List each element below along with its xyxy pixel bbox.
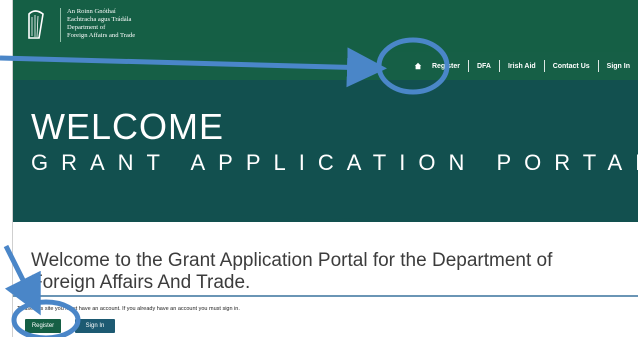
org-line-4: Foreign Affairs and Trade	[67, 32, 136, 39]
nav-irish-aid-link[interactable]: Irish Aid	[508, 63, 536, 70]
hero-subtitle: GRANT APPLICATION PORTAL	[31, 150, 638, 175]
portal-page: An Roinn Gnóthaí Eachtracha agus Trádála…	[12, 0, 638, 337]
harp-logo-icon	[28, 10, 44, 39]
register-button[interactable]: Register	[25, 319, 61, 333]
nav-divider	[498, 60, 500, 72]
home-icon[interactable]	[414, 62, 422, 70]
intro-heading: Welcome to the Grant Application Portal …	[31, 250, 553, 293]
nav-divider	[597, 60, 599, 72]
org-line-2: Eachtracha agus Trádála	[67, 16, 132, 23]
hero-title: WELCOME	[31, 106, 225, 147]
nav-register-link[interactable]: Register	[432, 63, 460, 70]
hero-wave-divider	[13, 196, 638, 220]
nav-divider	[467, 60, 469, 72]
org-line-1: An Roinn Gnóthaí	[67, 8, 116, 15]
nav-links: Register DFA Irish Aid Contact Us Sign I…	[414, 52, 630, 80]
nav-contact-us-link[interactable]: Contact Us	[553, 63, 590, 70]
sign-in-button[interactable]: Sign In	[75, 319, 115, 333]
top-header: An Roinn Gnóthaí Eachtracha agus Trádála…	[13, 0, 638, 52]
account-note: To use this site you must have an accoun…	[17, 306, 240, 312]
nav-bar: Register DFA Irish Aid Contact Us Sign I…	[13, 52, 638, 80]
org-line-3: Department of	[67, 24, 106, 31]
logo-divider	[60, 8, 61, 42]
nav-sign-in-link[interactable]: Sign In	[607, 63, 630, 70]
section-divider	[13, 295, 638, 297]
nav-dfa-link[interactable]: DFA	[477, 63, 491, 70]
nav-divider	[543, 60, 545, 72]
department-name: An Roinn Gnóthaí Eachtracha agus Trádála…	[67, 8, 135, 40]
